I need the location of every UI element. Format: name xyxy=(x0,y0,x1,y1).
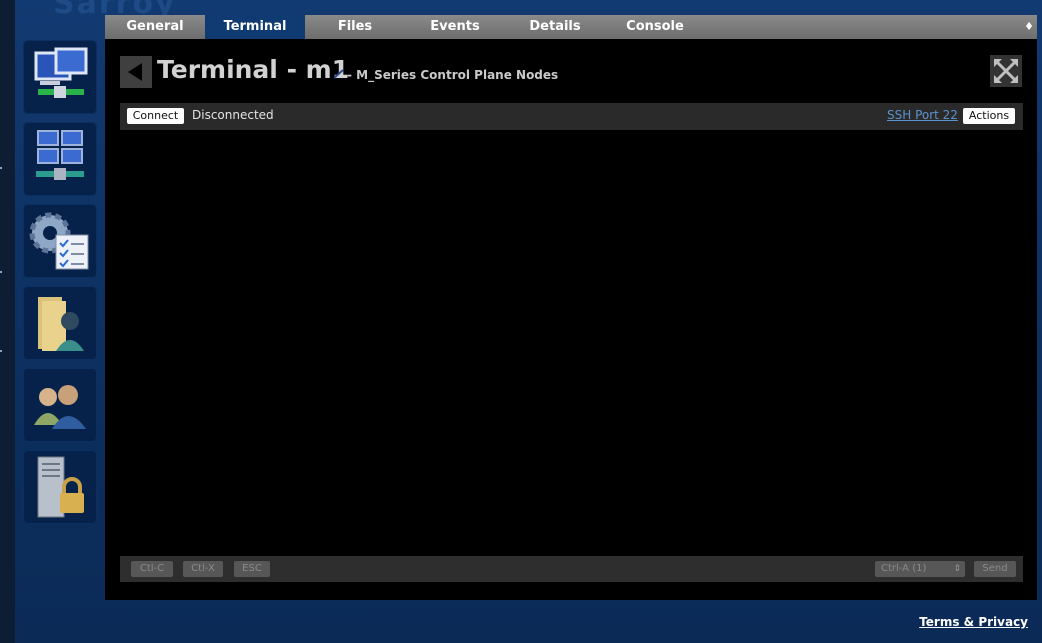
terms-privacy-link[interactable]: Terms & Privacy xyxy=(919,615,1028,629)
user-folder-icon xyxy=(38,297,84,351)
sidebar-item-users[interactable] xyxy=(23,368,97,442)
sidebar-item-network[interactable] xyxy=(23,40,97,114)
key-combo-select[interactable]: Ctrl-A (1) ⇕ xyxy=(875,561,965,577)
actions-button[interactable]: Actions xyxy=(963,108,1015,124)
tab-console[interactable]: Console xyxy=(605,15,705,39)
terminal-toolbar: Connect Disconnected SSH Port 22 Actions xyxy=(120,103,1023,130)
sidebar-item-user-files[interactable] xyxy=(23,286,97,360)
server-lock-icon xyxy=(37,456,84,518)
ssh-port-link[interactable]: SSH Port 22 xyxy=(887,108,958,122)
tab-events[interactable]: Events xyxy=(405,15,505,39)
ctrl-x-button[interactable]: Ctl-X xyxy=(183,561,223,577)
back-button[interactable] xyxy=(120,56,152,88)
terminal-panel: Terminal - m1 - M_Series Control Plane N… xyxy=(105,39,1037,600)
terminal-input-bar: Ctl-C Ctl-X ESC Ctrl-A (1) ⇕ Send xyxy=(120,556,1023,582)
terminal-output[interactable] xyxy=(120,130,1023,556)
page-subtitle: - M_Series Control Plane Nodes xyxy=(347,68,559,82)
users-icon xyxy=(34,385,86,429)
connect-button[interactable]: Connect xyxy=(127,108,184,124)
edge-tick xyxy=(0,350,2,352)
device-group-icon xyxy=(36,130,84,180)
settings-checklist-icon xyxy=(29,212,89,270)
sidebar-item-settings[interactable] xyxy=(23,204,97,278)
key-combo-value: Ctrl-A (1) xyxy=(881,563,927,574)
tab-menu-icon[interactable]: ♦ xyxy=(1024,15,1034,39)
edge-tick xyxy=(0,271,2,273)
send-button[interactable]: Send xyxy=(974,561,1016,577)
sidebar-item-security[interactable] xyxy=(23,450,97,524)
sidebar-item-devices[interactable] xyxy=(23,122,97,196)
page-title: Terminal - m1 xyxy=(157,55,350,84)
fullscreen-button[interactable] xyxy=(990,55,1022,87)
tab-terminal[interactable]: Terminal xyxy=(205,15,305,39)
left-edge-strip xyxy=(0,0,15,643)
edge-tick xyxy=(0,167,2,169)
connection-status: Disconnected xyxy=(192,108,274,122)
select-arrows-icon: ⇕ xyxy=(953,564,961,574)
tab-general[interactable]: General xyxy=(105,15,205,39)
tab-files[interactable]: Files xyxy=(305,15,405,39)
ctrl-c-button[interactable]: Ctl-C xyxy=(131,561,173,577)
expand-icon xyxy=(994,59,1018,83)
edit-icon[interactable] xyxy=(333,69,345,79)
network-computers-icon xyxy=(34,47,88,98)
tab-bar: General Terminal Files Events Details Co… xyxy=(105,15,1037,39)
tab-details[interactable]: Details xyxy=(505,15,605,39)
esc-button[interactable]: ESC xyxy=(234,561,270,577)
